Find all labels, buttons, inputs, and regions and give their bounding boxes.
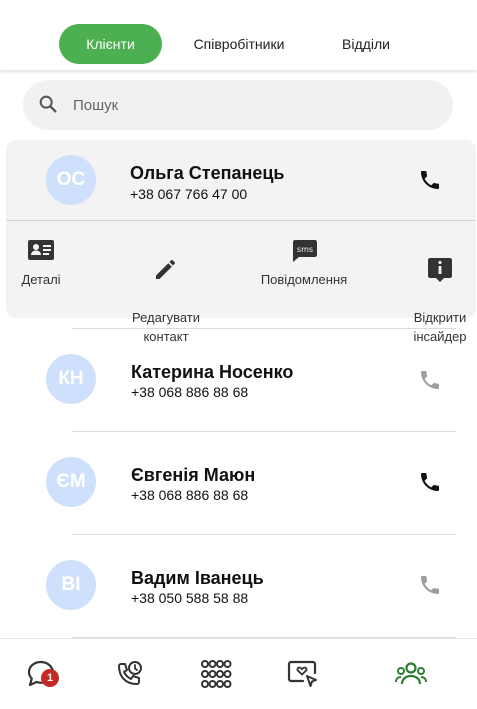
sms-glyph: sms — [297, 245, 313, 254]
avatar: ВІ — [46, 560, 96, 610]
card-divider — [6, 220, 476, 221]
edit-contact-label: Редагувати контакт — [131, 310, 201, 344]
contacts-icon[interactable] — [394, 657, 428, 691]
avatar: КН — [46, 354, 96, 404]
bottom-nav-bar: 1 — [0, 638, 477, 709]
list-separator — [72, 534, 456, 535]
contact-phone: +38 050 588 58 88 — [131, 590, 249, 606]
search-input[interactable] — [73, 80, 433, 130]
apps-grid-icon[interactable] — [199, 657, 233, 691]
edit-contact-button[interactable]: Редагувати контакт — [116, 236, 216, 346]
open-insider-label: Відкрити інсайдер — [413, 310, 467, 344]
details-label: Деталі — [21, 272, 61, 287]
unread-badge: 1 — [41, 669, 59, 687]
contact-phone: +38 067 766 47 00 — [130, 186, 248, 202]
call-history-icon[interactable] — [112, 657, 146, 691]
list-separator — [72, 328, 456, 329]
search-bar[interactable] — [23, 80, 453, 130]
info-icon — [428, 258, 452, 282]
edit-pencil-icon — [156, 260, 175, 279]
contact-name[interactable]: Вадим Іванець — [131, 568, 264, 589]
sms-message-icon: sms — [293, 240, 317, 262]
tab-departments[interactable]: Відділи — [328, 24, 404, 64]
contact-name[interactable]: Євгенія Маюн — [131, 465, 255, 486]
avatar: ОС — [46, 155, 96, 205]
avatar: ЄМ — [46, 457, 96, 507]
details-card-icon — [28, 240, 54, 260]
messages-button[interactable]: sms Повідомлення — [254, 236, 354, 289]
phone-call-icon[interactable] — [418, 573, 442, 597]
contact-phone: +38 068 886 88 68 — [131, 384, 249, 400]
contact-name[interactable]: Катерина Носенко — [131, 362, 293, 383]
tab-employees[interactable]: Співробітники — [175, 24, 303, 64]
phone-call-icon[interactable] — [418, 168, 442, 192]
contact-name[interactable]: Ольга Степанець — [130, 163, 285, 184]
open-insider-button[interactable]: Відкрити інсайдер — [404, 236, 476, 346]
feedback-icon[interactable] — [286, 657, 320, 691]
top-tab-bar: Клієнти Співробітники Відділи — [0, 0, 477, 70]
search-icon — [39, 95, 57, 113]
details-button[interactable]: Деталі — [10, 236, 72, 289]
phone-call-icon[interactable] — [418, 470, 442, 494]
phone-call-icon[interactable] — [418, 368, 442, 392]
tab-clients[interactable]: Клієнти — [59, 24, 162, 64]
contact-phone: +38 068 886 88 68 — [131, 487, 249, 503]
list-separator — [72, 431, 456, 432]
messages-label: Повідомлення — [260, 272, 348, 287]
expanded-contact-card: ОС Ольга Степанець +38 067 766 47 00 Дет… — [6, 140, 476, 344]
